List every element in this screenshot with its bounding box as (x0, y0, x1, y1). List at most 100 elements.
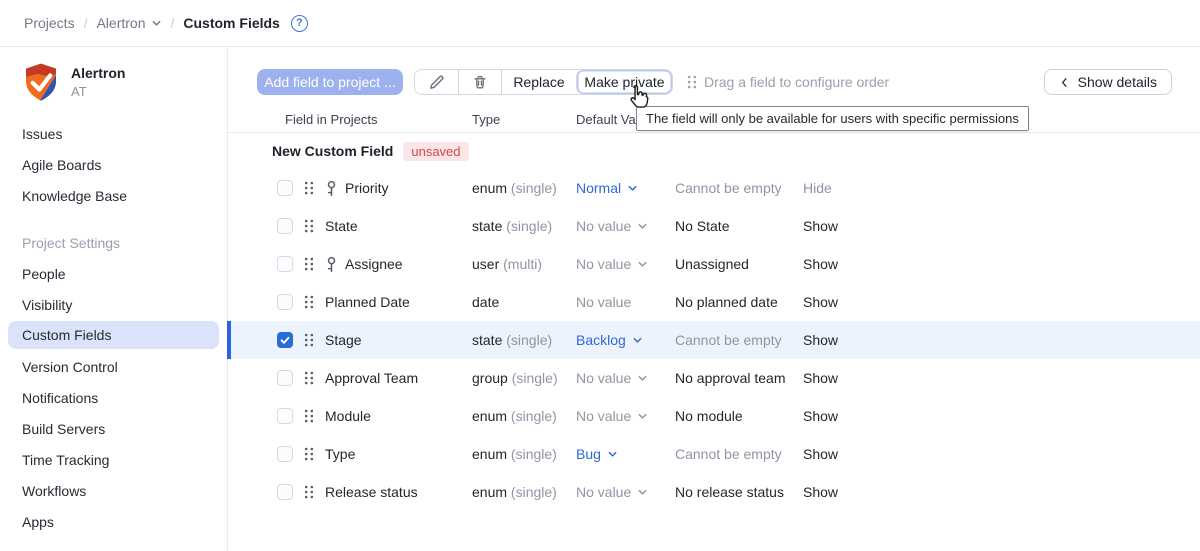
sidebar-item-time-tracking[interactable]: Time Tracking (8, 444, 219, 475)
default-value-dropdown[interactable]: No value (576, 484, 675, 500)
sidebar-item-notifications[interactable]: Notifications (8, 382, 219, 413)
row-checkbox[interactable] (277, 446, 293, 462)
show-hide-toggle[interactable]: Show (803, 370, 1200, 386)
default-value-dropdown[interactable]: Normal (576, 180, 675, 196)
drag-handle-icon (687, 75, 697, 89)
field-type: date (472, 294, 576, 310)
row-drag-handle[interactable] (295, 409, 325, 423)
unsaved-badge: unsaved (403, 142, 468, 161)
field-type: state (single) (472, 218, 576, 234)
sidebar-item-people[interactable]: People (8, 258, 219, 289)
row-drag-handle[interactable] (295, 295, 325, 309)
row-checkbox[interactable] (277, 256, 293, 272)
sidebar-item-apps[interactable]: Apps (8, 506, 219, 537)
row-checkbox[interactable] (277, 370, 293, 386)
row-drag-handle[interactable] (295, 257, 325, 271)
empty-value-text: No State (675, 218, 803, 234)
table-row-release-status[interactable]: Release statusenum (single)No valueNo re… (228, 473, 1200, 511)
empty-value-text: Cannot be empty (675, 332, 803, 348)
empty-value-text: No module (675, 408, 803, 424)
show-hide-toggle[interactable]: Show (803, 294, 1200, 310)
row-checkbox[interactable] (277, 218, 293, 234)
sidebar-item-build-servers[interactable]: Build Servers (8, 413, 219, 444)
row-checkbox[interactable] (277, 484, 293, 500)
table-row-assignee[interactable]: Assigneeuser (multi)No valueUnassignedSh… (228, 245, 1200, 283)
default-value-dropdown[interactable]: No value (576, 408, 675, 424)
table-row-planned-date[interactable]: Planned Datedate No valueNo planned date… (228, 283, 1200, 321)
empty-value-text: Unassigned (675, 256, 803, 272)
row-checkbox[interactable] (277, 408, 293, 424)
default-value-dropdown[interactable]: No value (576, 256, 675, 272)
table-row-approval-team[interactable]: Approval Teamgroup (single)No valueNo ap… (228, 359, 1200, 397)
project-name: Alertron (71, 65, 125, 81)
sidebar-item-label: Visibility (22, 297, 72, 313)
chevron-down-icon (637, 487, 648, 498)
field-type: group (single) (472, 370, 576, 386)
edit-button[interactable] (415, 70, 458, 94)
default-value-dropdown[interactable]: Bug (576, 446, 675, 462)
empty-value-text: No planned date (675, 294, 803, 310)
default-value-dropdown[interactable]: No value (576, 370, 675, 386)
empty-value-text: Cannot be empty (675, 446, 803, 462)
chevron-down-icon (627, 183, 638, 194)
chevron-left-icon (1059, 77, 1070, 88)
sidebar-item-label: Version Control (22, 359, 118, 375)
table-row-module[interactable]: Moduleenum (single)No valueNo moduleShow (228, 397, 1200, 435)
row-drag-handle[interactable] (295, 333, 325, 347)
sidebar-item-knowledge-base[interactable]: Knowledge Base (8, 180, 219, 211)
show-details-button[interactable]: Show details (1044, 69, 1172, 95)
row-checkbox[interactable] (277, 180, 293, 196)
field-name: Release status (325, 484, 472, 500)
show-hide-toggle[interactable]: Show (803, 446, 1200, 462)
sidebar-item-custom-fields[interactable]: Custom Fields (8, 321, 219, 349)
add-field-button[interactable]: Add field to project ... (257, 69, 403, 95)
field-rows: Priorityenum (single)NormalCannot be emp… (228, 169, 1200, 511)
show-hide-toggle[interactable]: Hide (803, 180, 1200, 196)
table-row-priority[interactable]: Priorityenum (single)NormalCannot be emp… (228, 169, 1200, 207)
sidebar-item-label: Knowledge Base (22, 188, 127, 204)
sidebar-item-label: Apps (22, 514, 54, 530)
row-drag-handle[interactable] (295, 447, 325, 461)
field-actions-group: Replace Make private (414, 69, 673, 95)
empty-value-text: No approval team (675, 370, 803, 386)
row-checkbox[interactable] (277, 294, 293, 310)
sidebar-item-version-control[interactable]: Version Control (8, 351, 219, 382)
make-private-button[interactable]: Make private (576, 70, 672, 94)
sidebar-item-visibility[interactable]: Visibility (8, 289, 219, 320)
breadcrumb-project-label: Alertron (96, 15, 145, 31)
row-drag-handle[interactable] (295, 485, 325, 499)
field-name: Assignee (325, 256, 472, 273)
field-name: Stage (325, 332, 472, 348)
table-row-type[interactable]: Typeenum (single)BugCannot be emptyShow (228, 435, 1200, 473)
breadcrumb-projects[interactable]: Projects (24, 15, 75, 31)
show-hide-toggle[interactable]: Show (803, 408, 1200, 424)
delete-button[interactable] (458, 70, 501, 94)
sidebar-item-agile-boards[interactable]: Agile Boards (8, 149, 219, 180)
row-checkbox[interactable] (277, 332, 293, 348)
field-group-title: New Custom Field (272, 143, 393, 159)
chevron-down-icon (637, 411, 648, 422)
show-hide-toggle[interactable]: Show (803, 256, 1200, 272)
sidebar-item-issues[interactable]: Issues (8, 118, 219, 149)
sidebar-item-workflows[interactable]: Workflows (8, 475, 219, 506)
default-value-dropdown[interactable]: Backlog (576, 332, 675, 348)
row-drag-handle[interactable] (295, 371, 325, 385)
row-drag-handle[interactable] (295, 219, 325, 233)
help-icon[interactable]: ? (291, 15, 308, 32)
project-logo-icon (21, 62, 61, 102)
show-hide-toggle[interactable]: Show (803, 484, 1200, 500)
replace-button[interactable]: Replace (501, 70, 576, 94)
table-row-state[interactable]: Statestate (single)No valueNo StateShow (228, 207, 1200, 245)
field-type: user (multi) (472, 256, 576, 272)
row-drag-handle[interactable] (295, 181, 325, 195)
drag-handle-icon (304, 333, 314, 347)
table-row-stage[interactable]: Stagestate (single)BacklogCannot be empt… (228, 321, 1200, 359)
show-hide-toggle[interactable]: Show (803, 218, 1200, 234)
chevron-down-icon (637, 259, 648, 270)
breadcrumb-project[interactable]: Alertron (96, 15, 161, 31)
empty-value-text: No release status (675, 484, 803, 500)
show-hide-toggle[interactable]: Show (803, 332, 1200, 348)
sidebar-section-label: Project Settings (8, 227, 219, 258)
default-value-dropdown[interactable]: No value (576, 218, 675, 234)
breadcrumb-separator: / (84, 15, 88, 31)
